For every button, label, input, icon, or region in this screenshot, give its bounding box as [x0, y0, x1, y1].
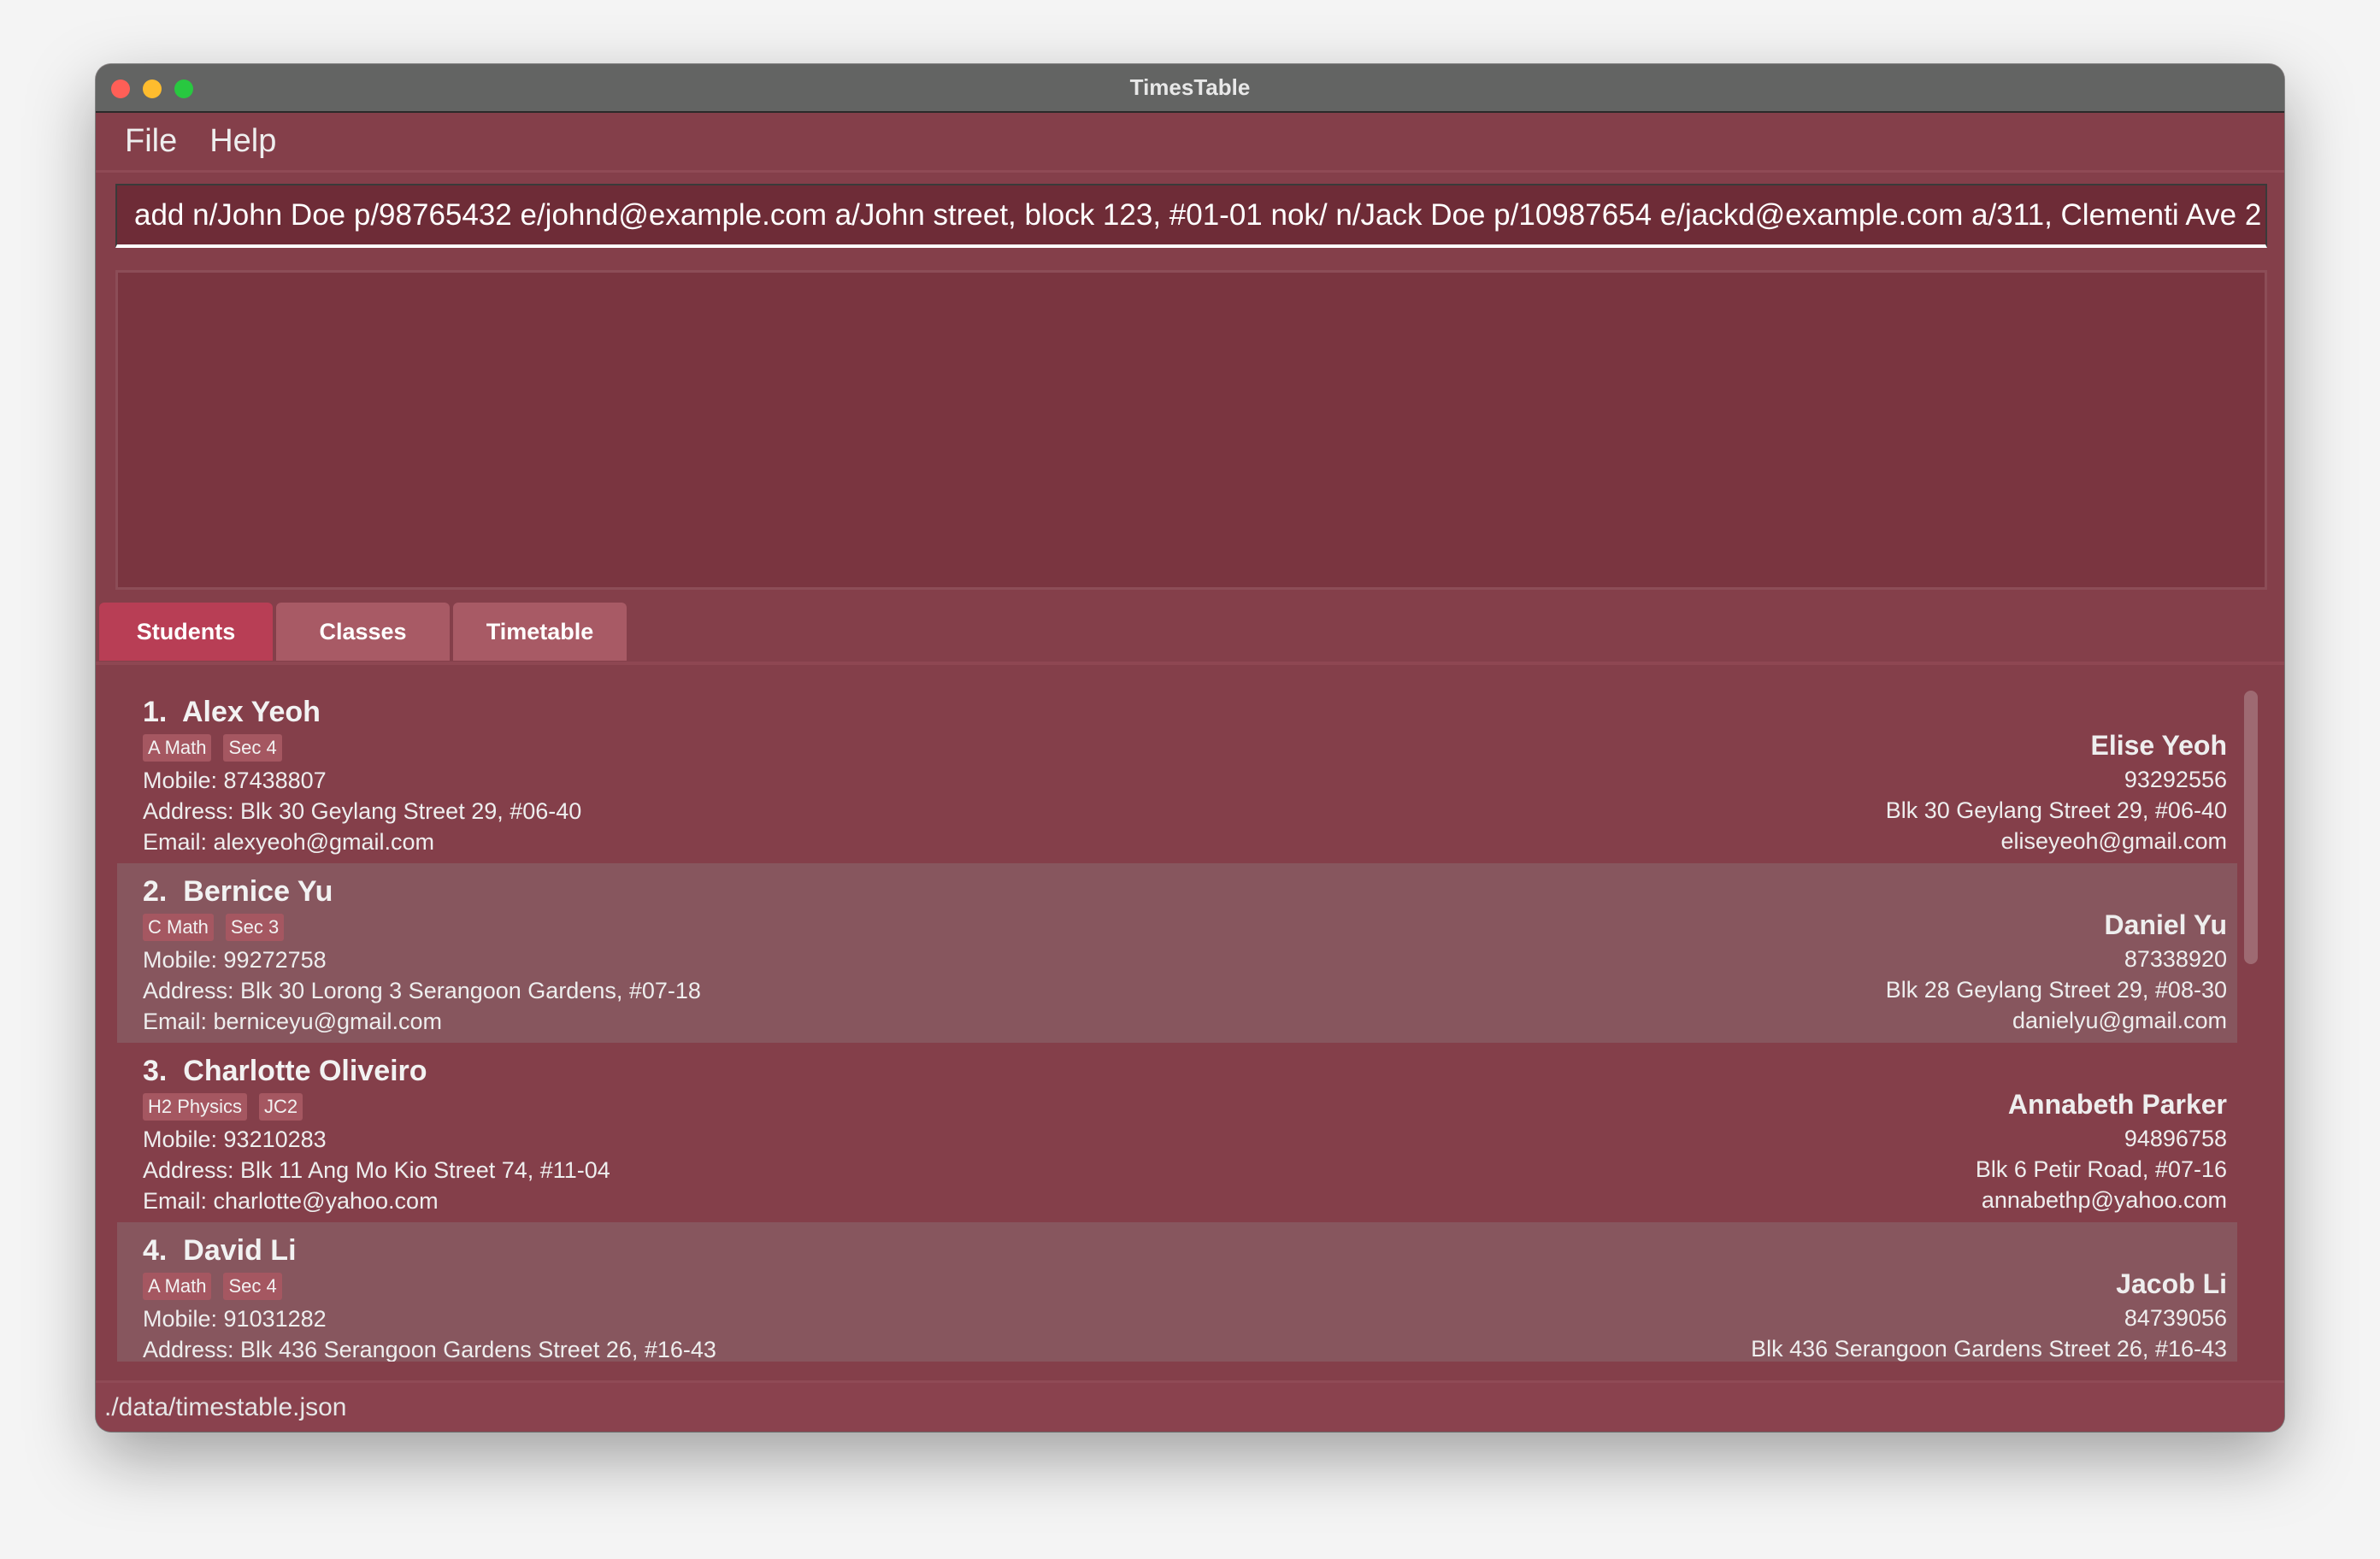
menu-help[interactable]: Help	[209, 123, 276, 160]
nok-name: Annabeth Parker	[2007, 1089, 2227, 1120]
student-card[interactable]: 1. Alex Yeoh A Math Sec 4 Mobile: 8743880…	[117, 684, 2237, 863]
tag-badge: Sec 3	[225, 914, 285, 941]
nok-email: eliseyeoh@gmail.com	[2000, 828, 2227, 854]
next-of-kin: Daniel Yu 87338920 Blk 28 Geylang Street…	[1886, 906, 2227, 1036]
nok-address: Blk 6 Petir Road, #07-16	[1975, 1156, 2227, 1182]
menu-file[interactable]: File	[125, 123, 177, 160]
student-card[interactable]: 2. Bernice Yu C Math Sec 3 Mobile: 992727…	[117, 863, 2237, 1043]
student-name: 4. David Li	[143, 1234, 2237, 1268]
student-mobile: Mobile: 93210283	[143, 1127, 327, 1152]
tag-badge: A Math	[143, 1273, 212, 1300]
nok-phone: 84739056	[2124, 1305, 2227, 1331]
tag-badge: C Math	[143, 914, 214, 941]
student-address: Address: Blk 11 Ang Mo Kio Street 74, #1…	[143, 1157, 610, 1183]
student-card[interactable]: 4. David Li A Math Sec 4 Mobile: 91031282…	[117, 1222, 2237, 1362]
student-index: 1.	[143, 696, 168, 728]
student-index: 4.	[143, 1234, 168, 1267]
student-index: 2.	[143, 875, 168, 908]
title-bar: TimesTable	[96, 64, 2284, 113]
list-scrollbar[interactable]	[2244, 691, 2258, 964]
nok-email: danielyu@gmail.com	[2012, 1008, 2227, 1033]
nok-phone: 94896758	[2124, 1126, 2227, 1151]
student-name: 1. Alex Yeoh	[143, 696, 2237, 729]
nok-address: Blk 28 Geylang Street 29, #08-30	[1885, 977, 2227, 1003]
result-display	[115, 270, 2267, 590]
tab-bar: Students Classes Timetable	[99, 603, 627, 661]
student-name: 2. Bernice Yu	[143, 875, 2237, 909]
tag-badge: Sec 4	[223, 734, 282, 762]
tag-list: H2 Physics JC2	[143, 1093, 2237, 1121]
tab-timetable[interactable]: Timetable	[453, 603, 627, 661]
student-name-text: Charlotte Oliveiro	[183, 1055, 427, 1087]
nok-phone: 87338920	[2124, 946, 2227, 972]
window-title: TimesTable	[1129, 74, 1251, 100]
student-index: 3.	[143, 1055, 168, 1087]
nok-phone: 93292556	[2124, 767, 2227, 792]
student-card[interactable]: 3. Charlotte Oliveiro H2 Physics JC2 Mobi…	[117, 1043, 2237, 1222]
command-input[interactable]: add n/John Doe p/98765432 e/johnd@exampl…	[115, 184, 2267, 248]
status-bar-path: ./data/timestable.json	[96, 1380, 2284, 1432]
nok-name: Daniel Yu	[2104, 909, 2227, 940]
student-email: Email: charlotte@yahoo.com	[143, 1188, 439, 1214]
student-name-text: Bernice Yu	[183, 875, 333, 908]
nok-name: Jacob Li	[2116, 1268, 2227, 1299]
next-of-kin: Jacob Li 84739056 Blk 436 Serangoon Gard…	[1751, 1265, 2227, 1362]
tag-badge: Sec 4	[223, 1273, 282, 1300]
tag-badge: JC2	[259, 1093, 303, 1121]
nok-address: Blk 30 Geylang Street 29, #06-40	[1885, 797, 2227, 823]
tag-badge: A Math	[143, 734, 212, 762]
nok-email: annabethp@yahoo.com	[1981, 1187, 2227, 1213]
student-name-text: Alex Yeoh	[182, 696, 321, 728]
tag-badge: H2 Physics	[143, 1093, 248, 1121]
tab-students[interactable]: Students	[99, 603, 273, 661]
student-list[interactable]: 1. Alex Yeoh A Math Sec 4 Mobile: 8743880…	[117, 684, 2237, 1362]
next-of-kin: Elise Yeoh 93292556 Blk 30 Geylang Stree…	[1886, 727, 2227, 856]
app-window: TimesTable File Help add n/John Doe p/98…	[96, 64, 2284, 1432]
menu-bar: File Help	[96, 113, 2284, 173]
tab-divider	[96, 662, 2284, 665]
next-of-kin: Annabeth Parker 94896758 Blk 6 Petir Roa…	[1976, 1085, 2227, 1215]
student-name-text: David Li	[183, 1234, 297, 1267]
tab-classes[interactable]: Classes	[276, 603, 450, 661]
nok-name: Elise Yeoh	[2090, 730, 2228, 761]
nok-address: Blk 436 Serangoon Gardens Street 26, #16…	[1751, 1336, 2227, 1362]
student-name: 3. Charlotte Oliveiro	[143, 1055, 2237, 1088]
